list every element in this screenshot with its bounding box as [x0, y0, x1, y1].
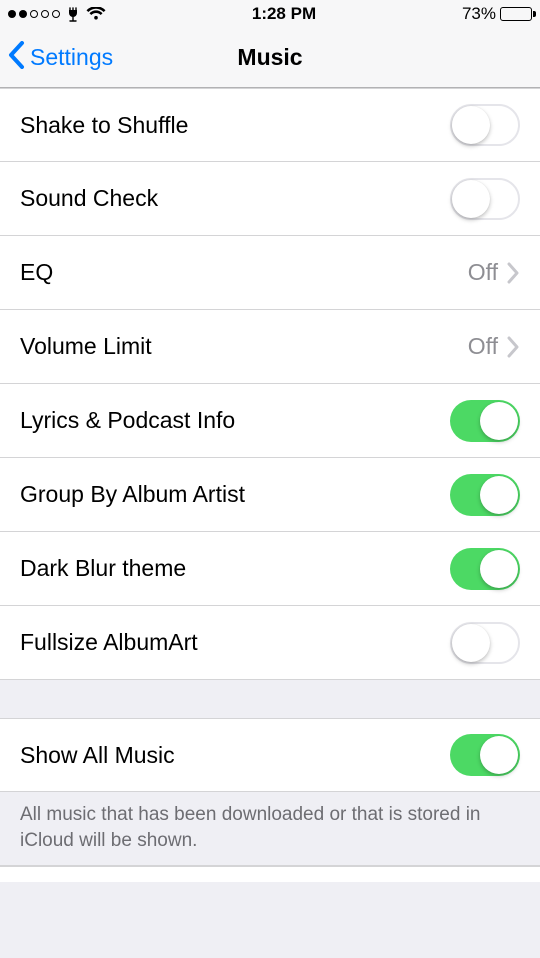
signal-dot	[30, 10, 38, 18]
toggle-group-by-album-artist[interactable]	[450, 474, 520, 516]
list: Shake to Shuffle Sound Check EQ Off Volu…	[0, 88, 540, 958]
row-label: Shake to Shuffle	[20, 112, 450, 139]
row-volume-limit[interactable]: Volume Limit Off	[0, 310, 540, 384]
carrier-icon	[65, 6, 81, 22]
row-value: Off	[468, 259, 498, 286]
row-dark-blur-theme[interactable]: Dark Blur theme	[0, 532, 540, 606]
signal-dot	[8, 10, 16, 18]
toggle-dark-blur-theme[interactable]	[450, 548, 520, 590]
status-bar-time: 1:28 PM	[252, 4, 316, 24]
toggle-knob	[452, 106, 490, 144]
back-label: Settings	[30, 44, 113, 71]
status-bar-right: 73%	[462, 4, 532, 24]
row-label: Volume Limit	[20, 333, 468, 360]
nav-bar: Settings Music	[0, 28, 540, 88]
toggle-knob	[452, 624, 490, 662]
signal-dot	[52, 10, 60, 18]
row-shake-to-shuffle[interactable]: Shake to Shuffle	[0, 88, 540, 162]
battery-icon	[500, 7, 532, 21]
row-value: Off	[468, 333, 498, 360]
toggle-knob	[480, 476, 518, 514]
screen: 1:28 PM 73% Settings Music Shake to Shuf…	[0, 0, 540, 958]
row-fullsize-albumart[interactable]: Fullsize AlbumArt	[0, 606, 540, 680]
toggle-knob	[480, 402, 518, 440]
signal-dot	[19, 10, 27, 18]
row-label: Sound Check	[20, 185, 450, 212]
row-label: Dark Blur theme	[20, 555, 450, 582]
toggle-lyrics-podcast-info[interactable]	[450, 400, 520, 442]
toggle-show-all-music[interactable]	[450, 734, 520, 776]
toggle-sound-check[interactable]	[450, 178, 520, 220]
back-button[interactable]: Settings	[8, 28, 113, 87]
toggle-knob	[452, 180, 490, 218]
row-label: Lyrics & Podcast Info	[20, 407, 450, 434]
group-gap	[0, 680, 540, 718]
chevron-right-icon	[506, 262, 520, 284]
row-show-all-music[interactable]: Show All Music	[0, 718, 540, 792]
chevron-right-icon	[506, 336, 520, 358]
signal-dot	[41, 10, 49, 18]
toggle-fullsize-albumart[interactable]	[450, 622, 520, 664]
row-peek	[0, 866, 540, 882]
wifi-icon	[86, 7, 106, 21]
toggle-knob	[480, 550, 518, 588]
row-eq[interactable]: EQ Off	[0, 236, 540, 310]
row-label: Group By Album Artist	[20, 481, 450, 508]
row-group-by-album-artist[interactable]: Group By Album Artist	[0, 458, 540, 532]
status-bar: 1:28 PM 73%	[0, 0, 540, 28]
signal-dots	[8, 10, 60, 18]
row-label: Show All Music	[20, 742, 450, 769]
toggle-knob	[480, 736, 518, 774]
status-bar-left	[8, 6, 106, 22]
group-footer: All music that has been downloaded or th…	[0, 792, 540, 866]
toggle-shake-to-shuffle[interactable]	[450, 104, 520, 146]
row-label: EQ	[20, 259, 468, 286]
chevron-left-icon	[8, 41, 26, 75]
row-sound-check[interactable]: Sound Check	[0, 162, 540, 236]
row-label: Fullsize AlbumArt	[20, 629, 450, 656]
row-lyrics-podcast-info[interactable]: Lyrics & Podcast Info	[0, 384, 540, 458]
battery-pct: 73%	[462, 4, 496, 24]
